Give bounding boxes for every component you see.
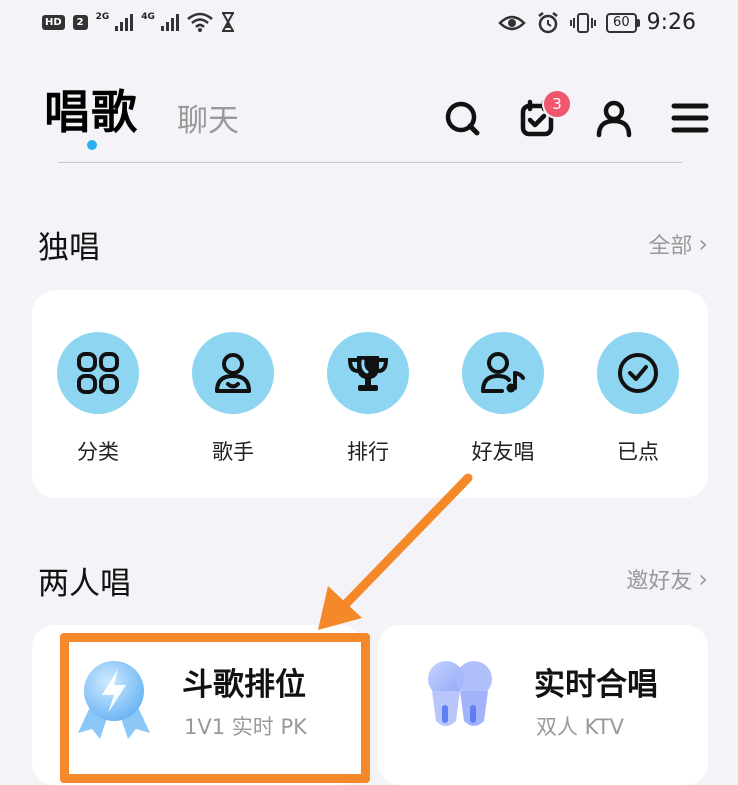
duo-card-chorus[interactable]: 实时合唱 双人 KTV	[378, 625, 708, 785]
invite-friend-link[interactable]: 邀好友 ›	[626, 563, 708, 595]
hourglass-icon	[221, 12, 234, 32]
signal-icon	[115, 13, 134, 31]
top-navigation: 唱歌 聊天 3	[0, 70, 738, 170]
alarm-icon	[538, 11, 558, 33]
header-divider	[58, 162, 682, 163]
status-bar: HD 2 2G 4G 60 9:26	[0, 0, 738, 52]
duo-card-subtitle: 双人 KTV	[536, 715, 625, 739]
solo-item-label: 分类	[77, 440, 119, 464]
friend-sing-icon-circle	[462, 332, 544, 414]
active-tab-indicator	[87, 140, 97, 150]
highlight-box	[60, 633, 370, 783]
vibrate-icon	[570, 12, 597, 33]
invite-friend-label: 邀好友	[626, 569, 693, 594]
network-type-2: 4G	[141, 12, 155, 22]
solo-item-label: 歌手	[212, 440, 254, 464]
solo-item-category[interactable]: 分类	[48, 332, 148, 466]
user-icon[interactable]	[594, 98, 634, 138]
eye-icon	[498, 15, 526, 30]
solo-item-label: 好友唱	[471, 440, 535, 464]
signal-icon	[160, 13, 179, 31]
tab-sing[interactable]: 唱歌	[44, 76, 138, 142]
solo-view-all-link[interactable]: 全部 ›	[648, 228, 708, 260]
solo-item-friend-sing[interactable]: 好友唱	[453, 332, 553, 466]
solo-card: 分类 歌手 排行 好友唱 已点	[32, 290, 708, 498]
clock: 9:26	[646, 10, 696, 35]
singer-icon-circle	[192, 332, 274, 414]
solo-item-label: 排行	[347, 440, 389, 464]
check-circle-icon-circle	[597, 332, 679, 414]
solo-item-ranking[interactable]: 排行	[318, 332, 418, 466]
solo-section-title: 独唱	[38, 230, 100, 266]
chevron-right-icon: ›	[698, 230, 708, 258]
notification-badge: 3	[542, 89, 572, 119]
trophy-icon-circle	[327, 332, 409, 414]
microphones-icon	[428, 661, 492, 726]
trophy-icon	[347, 356, 389, 391]
solo-item-ordered[interactable]: 已点	[588, 332, 688, 466]
sim-indicator: 2	[72, 14, 88, 30]
check-circle-icon	[618, 353, 658, 393]
singer-icon	[215, 353, 251, 393]
solo-item-singer[interactable]: 歌手	[183, 332, 283, 466]
solo-view-all-label: 全部	[648, 234, 693, 259]
search-icon[interactable]	[442, 98, 482, 138]
duo-section-title: 两人唱	[38, 566, 131, 602]
solo-item-label: 已点	[617, 440, 659, 464]
hd-indicator: HD	[42, 14, 65, 30]
wifi-icon	[187, 12, 213, 32]
menu-icon[interactable]	[670, 98, 710, 138]
duo-card-title: 实时合唱	[534, 667, 658, 703]
tab-chat[interactable]: 聊天	[177, 95, 239, 140]
friend-sing-icon	[481, 352, 525, 393]
chevron-right-icon: ›	[698, 565, 708, 593]
grid-icon	[77, 352, 119, 394]
battery-indicator: 60	[606, 12, 640, 33]
network-type-1: 2G	[95, 12, 110, 22]
grid-icon-circle	[57, 332, 139, 414]
